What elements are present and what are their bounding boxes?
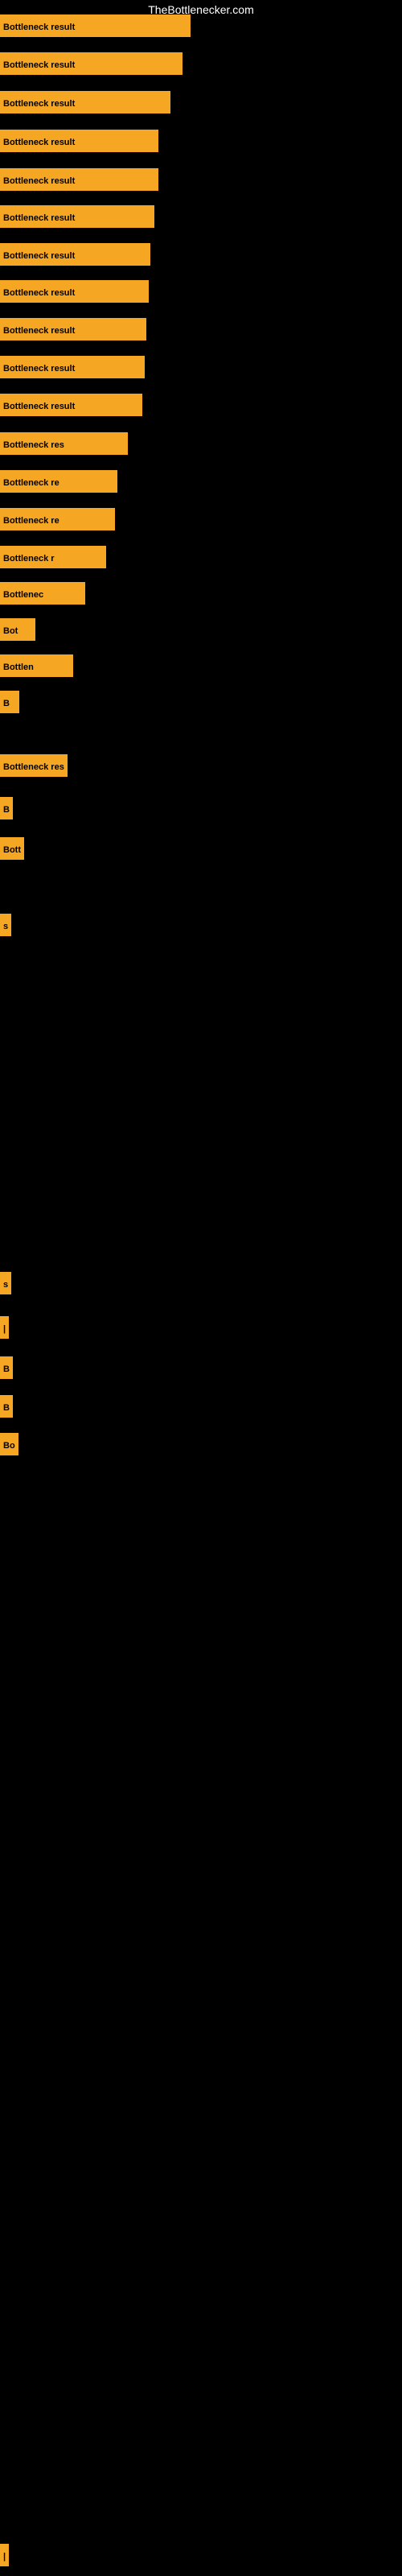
bar-label-11: Bottleneck res bbox=[0, 432, 68, 455]
bar-label-9: Bottleneck result bbox=[0, 356, 78, 378]
bar-row-3: Bottleneck result bbox=[0, 130, 158, 152]
bar-label-20: B bbox=[0, 797, 13, 819]
bar-row-22: s bbox=[0, 914, 11, 936]
bar-row-7: Bottleneck result bbox=[0, 280, 149, 303]
bar-row-24: | bbox=[0, 1316, 9, 1339]
bar-row-28: | bbox=[0, 2544, 9, 2566]
bar-row-8: Bottleneck result bbox=[0, 318, 146, 341]
bar-row-10: Bottleneck result bbox=[0, 394, 142, 416]
bar-label-25: B bbox=[0, 1356, 13, 1379]
bar-label-16: Bot bbox=[0, 618, 21, 641]
bar-label-7: Bottleneck result bbox=[0, 280, 78, 303]
bar-extension-1 bbox=[78, 52, 183, 75]
bar-label-21: Bott bbox=[0, 837, 24, 860]
bar-extension-0 bbox=[78, 14, 191, 37]
bar-row-15: Bottlenec bbox=[0, 582, 85, 605]
bar-label-17: Bottlen bbox=[0, 654, 37, 677]
bar-row-9: Bottleneck result bbox=[0, 356, 145, 378]
bar-label-18: B bbox=[0, 691, 13, 713]
bar-extension-14 bbox=[58, 546, 106, 568]
bar-extension-3 bbox=[78, 130, 158, 152]
bar-row-27: Bo bbox=[0, 1433, 18, 1455]
bar-row-4: Bottleneck result bbox=[0, 168, 158, 191]
bar-label-5: Bottleneck result bbox=[0, 205, 78, 228]
bar-row-2: Bottleneck result bbox=[0, 91, 170, 114]
bar-extension-15 bbox=[47, 582, 85, 605]
bar-extension-16 bbox=[21, 618, 35, 641]
bar-label-26: B bbox=[0, 1395, 13, 1418]
bar-extension-17 bbox=[37, 654, 73, 677]
bar-row-12: Bottleneck re bbox=[0, 470, 117, 493]
bar-label-8: Bottleneck result bbox=[0, 318, 78, 341]
bar-label-4: Bottleneck result bbox=[0, 168, 78, 191]
bar-extension-18 bbox=[13, 691, 19, 713]
bar-label-12: Bottleneck re bbox=[0, 470, 63, 493]
bar-label-2: Bottleneck result bbox=[0, 91, 78, 114]
bar-label-24: | bbox=[0, 1316, 9, 1339]
bar-row-18: B bbox=[0, 691, 19, 713]
bar-row-26: B bbox=[0, 1395, 13, 1418]
bar-extension-4 bbox=[78, 168, 158, 191]
bar-extension-13 bbox=[63, 508, 115, 530]
bar-row-13: Bottleneck re bbox=[0, 508, 115, 530]
bar-row-16: Bot bbox=[0, 618, 35, 641]
bar-extension-7 bbox=[78, 280, 149, 303]
bar-label-28: | bbox=[0, 2544, 9, 2566]
bar-extension-8 bbox=[78, 318, 146, 341]
bar-row-0: Bottleneck result bbox=[0, 14, 191, 37]
bar-label-6: Bottleneck result bbox=[0, 243, 78, 266]
bar-extension-12 bbox=[63, 470, 117, 493]
bar-label-1: Bottleneck result bbox=[0, 52, 78, 75]
bar-row-21: Bott bbox=[0, 837, 24, 860]
bar-extension-11 bbox=[68, 432, 128, 455]
bar-row-25: B bbox=[0, 1356, 13, 1379]
bar-row-11: Bottleneck res bbox=[0, 432, 128, 455]
bar-extension-2 bbox=[78, 91, 170, 114]
bar-label-23: s bbox=[0, 1272, 11, 1294]
bar-label-14: Bottleneck r bbox=[0, 546, 58, 568]
bar-label-15: Bottlenec bbox=[0, 582, 47, 605]
bar-extension-10 bbox=[78, 394, 142, 416]
bar-row-1: Bottleneck result bbox=[0, 52, 183, 75]
bar-row-17: Bottlen bbox=[0, 654, 73, 677]
bar-extension-5 bbox=[78, 205, 154, 228]
bar-label-19: Bottleneck res bbox=[0, 754, 68, 777]
bar-row-19: Bottleneck res bbox=[0, 754, 68, 777]
bar-row-6: Bottleneck result bbox=[0, 243, 150, 266]
bar-label-27: Bo bbox=[0, 1433, 18, 1455]
bar-extension-9 bbox=[78, 356, 145, 378]
bar-row-23: s bbox=[0, 1272, 11, 1294]
bar-label-13: Bottleneck re bbox=[0, 508, 63, 530]
bar-row-5: Bottleneck result bbox=[0, 205, 154, 228]
bar-label-10: Bottleneck result bbox=[0, 394, 78, 416]
bar-label-0: Bottleneck result bbox=[0, 14, 78, 37]
bar-label-3: Bottleneck result bbox=[0, 130, 78, 152]
bar-label-22: s bbox=[0, 914, 11, 936]
bar-row-20: B bbox=[0, 797, 13, 819]
bar-row-14: Bottleneck r bbox=[0, 546, 106, 568]
bar-extension-6 bbox=[78, 243, 150, 266]
